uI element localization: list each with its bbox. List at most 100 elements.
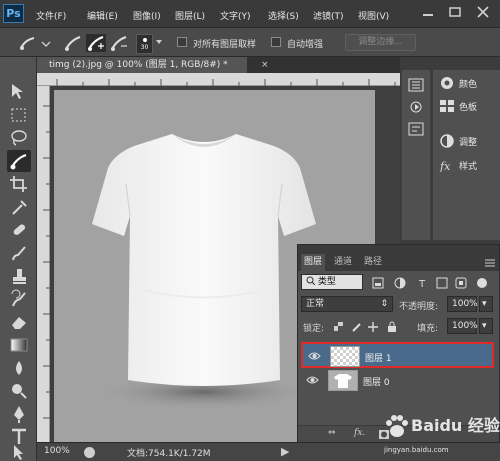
clone-stamp-tool-icon[interactable]: [7, 265, 31, 287]
properties-panel-icon[interactable]: [408, 122, 424, 136]
refine-edge-button[interactable]: 调整边缘...: [345, 34, 416, 51]
document-tab[interactable]: timg (2).jpg @ 100% (图层 1, RGB/8#) *: [37, 57, 247, 73]
dock-item-color[interactable]: 颜色: [437, 74, 500, 92]
crop-tool-icon[interactable]: [7, 173, 31, 195]
fill-input[interactable]: 100%: [447, 318, 478, 334]
svg-text:fx: fx: [439, 160, 451, 172]
brush-tool-icon[interactable]: [7, 242, 31, 264]
minimize-icon[interactable]: [418, 3, 438, 21]
vertical-ruler[interactable]: [37, 86, 50, 442]
eye-icon[interactable]: [306, 375, 319, 385]
brush-size-picker[interactable]: 30: [136, 34, 153, 54]
layer-filter-value: 类型: [317, 277, 336, 287]
svg-text:T: T: [418, 279, 426, 289]
layer-filter-dropdown[interactable]: 类型: [301, 274, 363, 290]
chevron-down-icon[interactable]: [155, 38, 163, 56]
move-tool-icon[interactable]: [7, 80, 31, 102]
dock-label-styles: 样式: [459, 162, 478, 172]
blur-tool-icon[interactable]: [7, 357, 31, 379]
watermark-title: Baidu 经验: [411, 416, 500, 435]
tab-paths[interactable]: 路径: [361, 254, 385, 271]
restore-icon[interactable]: [445, 3, 465, 21]
eyedropper-tool-icon[interactable]: [7, 196, 31, 218]
marquee-tool-icon[interactable]: [7, 104, 31, 126]
opacity-dropdown[interactable]: ▾: [479, 296, 493, 312]
dock-item-styles[interactable]: fx 样式: [437, 156, 500, 174]
blend-mode-select[interactable]: 正常 ⇕: [301, 296, 393, 312]
subtract-from-selection-brush-icon[interactable]: [109, 34, 129, 52]
swatches-icon: [440, 100, 454, 112]
link-layers-icon[interactable]: ⇔: [328, 428, 336, 438]
menu-file[interactable]: 文件(F): [36, 9, 66, 22]
sample-all-layers-checkbox[interactable]: [177, 37, 187, 47]
actions-panel-icon[interactable]: [408, 100, 424, 114]
panel-menu-icon[interactable]: [484, 258, 496, 268]
menu-bar: Ps 文件(F) 编辑(E) 图像(I) 图层(L) 文字(Y) 选择(S) 滤…: [0, 0, 500, 28]
blend-row: 正常 ⇕ 不透明度: 100% ▾: [301, 296, 496, 314]
color-wheel-icon: [441, 77, 453, 89]
brush-tip-icon: [143, 38, 147, 42]
panel-icon-column: [402, 70, 430, 240]
eraser-tool-icon[interactable]: [7, 311, 31, 333]
close-document-icon[interactable]: ×: [261, 57, 269, 73]
blend-mode-value: 正常: [306, 299, 325, 309]
menu-view[interactable]: 视图(V): [358, 9, 389, 22]
dock-label-adjustments: 调整: [459, 138, 478, 148]
dodge-tool-icon[interactable]: [7, 380, 31, 402]
menu-filter[interactable]: 滤镜(T): [313, 9, 344, 22]
history-panel-icon[interactable]: [408, 78, 424, 92]
tab-channels[interactable]: 通道: [331, 254, 355, 271]
history-brush-tool-icon[interactable]: [7, 288, 31, 310]
layer-row-layer-1[interactable]: 图层 1: [301, 342, 494, 368]
zoom-level[interactable]: 100%: [44, 446, 70, 456]
watermark-url: jingyan.baidu.com: [384, 446, 449, 454]
menu-edit[interactable]: 编辑(E): [87, 9, 118, 22]
opacity-label: 不透明度:: [399, 302, 439, 312]
dock-item-swatches[interactable]: 色板: [437, 97, 500, 115]
menu-layer[interactable]: 图层(L): [175, 9, 205, 22]
healing-brush-tool-icon[interactable]: [7, 219, 31, 241]
status-menu-arrow[interactable]: ▶: [281, 445, 289, 458]
close-icon[interactable]: [473, 3, 493, 21]
layer-name: 图层 0: [363, 378, 390, 388]
lock-options-icons[interactable]: [333, 321, 403, 333]
layer-thumbnail-shirt: [328, 370, 358, 391]
layer-name: 图层 1: [365, 354, 392, 364]
auto-enhance-checkbox[interactable]: [271, 37, 281, 47]
tab-layers[interactable]: 图层: [301, 254, 325, 271]
gradient-tool-icon[interactable]: [7, 334, 31, 356]
layers-panel-tabs: 图层 通道 路径: [298, 254, 499, 271]
opacity-input[interactable]: 100%: [447, 296, 478, 312]
menu-select[interactable]: 选择(S): [268, 9, 299, 22]
document-info-icon[interactable]: [84, 447, 95, 458]
horizontal-ruler[interactable]: [37, 73, 400, 86]
layer-filter-row: 类型 T: [301, 274, 496, 292]
fx-icon[interactable]: fx.: [354, 428, 365, 438]
tools-panel: [0, 57, 37, 461]
menu-image[interactable]: 图像(I): [133, 9, 161, 22]
eye-icon[interactable]: [308, 351, 321, 361]
new-selection-brush-icon[interactable]: [63, 34, 83, 52]
quick-selection-preset-icon[interactable]: [18, 34, 52, 52]
sample-all-layers-label: 对所有图层取样: [193, 40, 257, 50]
lock-row: 锁定: 填充: 100% ▾: [301, 318, 496, 336]
panel-tabs-column: 颜色 色板 调整 fx 样式: [433, 70, 500, 240]
lasso-tool-icon[interactable]: [7, 127, 31, 149]
fill-label: 填充:: [417, 324, 439, 334]
auto-enhance-label: 自动增强: [287, 40, 324, 50]
layer-row-layer-0[interactable]: 图层 0: [301, 368, 494, 394]
dock-item-adjustments[interactable]: 调整: [437, 132, 500, 150]
layer-filter-icons[interactable]: T: [371, 277, 491, 289]
panel-title-strip[interactable]: [298, 245, 499, 254]
fill-dropdown[interactable]: ▾: [479, 318, 493, 334]
dock-label-swatches: 色板: [459, 103, 478, 113]
menu-type[interactable]: 文字(Y): [220, 9, 251, 22]
path-selection-tool-icon[interactable]: [7, 443, 31, 461]
layer-thumbnail-transparent: [330, 346, 360, 367]
pen-tool-icon[interactable]: [7, 403, 31, 425]
add-to-selection-brush-icon[interactable]: [86, 34, 106, 52]
brush-size-value: 30: [140, 44, 149, 51]
baidu-paw-logo-icon: [386, 415, 408, 437]
lock-label: 锁定:: [303, 324, 325, 334]
quick-selection-tool-icon[interactable]: [7, 150, 31, 172]
